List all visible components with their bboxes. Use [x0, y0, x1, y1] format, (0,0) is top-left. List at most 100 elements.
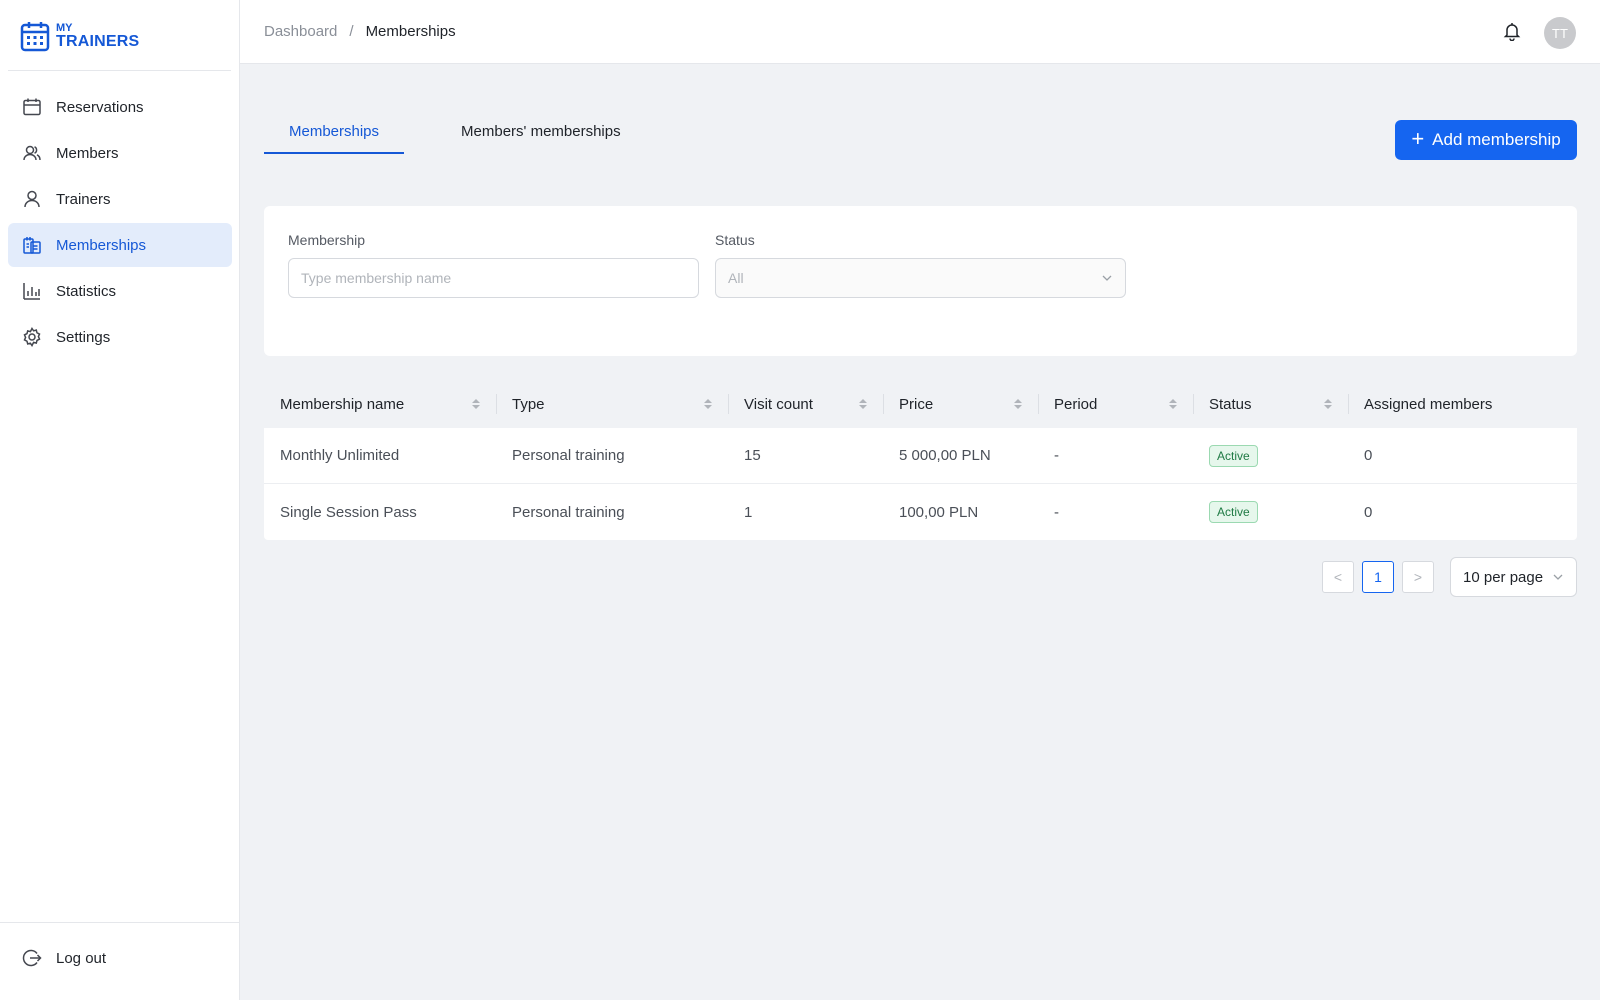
logout-button[interactable]: Log out — [8, 936, 232, 980]
tab-bar: Memberships Members' memberships — [264, 112, 646, 154]
status-select[interactable]: All — [715, 258, 1126, 298]
bell-icon[interactable] — [1502, 21, 1522, 41]
top-bar: Dashboard / Memberships TT — [240, 0, 1600, 64]
sidebar-item-members[interactable]: Members — [8, 131, 232, 175]
cell-period: - — [1054, 447, 1059, 464]
next-page-button[interactable]: > — [1402, 561, 1434, 593]
column-header-label: Membership name — [280, 395, 405, 413]
per-page-value: 10 per page — [1463, 568, 1544, 586]
status-badge: Active — [1209, 501, 1258, 523]
membership-search-input[interactable] — [301, 270, 686, 286]
add-membership-label: Add membership — [1432, 130, 1561, 149]
breadcrumb-dashboard[interactable]: Dashboard — [264, 23, 337, 40]
sidebar: MY TRAINERS Reservations Members Trainer… — [0, 0, 240, 1000]
sidebar-item-memberships[interactable]: Memberships — [8, 223, 232, 267]
cell-period: - — [1054, 503, 1059, 521]
calendar-logo-icon — [20, 22, 50, 52]
logout-icon — [22, 949, 42, 967]
pagination: < 1 > 10 per page — [1322, 557, 1577, 597]
divider — [8, 70, 231, 71]
column-header-label: Period — [1054, 395, 1098, 413]
chevron-down-icon — [1553, 574, 1563, 580]
per-page-select[interactable]: 10 per page — [1450, 557, 1577, 597]
logo-line-1: MY — [56, 21, 73, 34]
sidebar-item-label: Reservations — [56, 98, 144, 116]
table-row[interactable]: Single Session Pass Personal training 1 … — [264, 484, 1577, 540]
add-membership-button[interactable]: + Add membership — [1395, 120, 1577, 160]
cell-type: Personal training — [512, 447, 625, 464]
sort-icon — [472, 399, 480, 409]
logo-wordmark: MY TRAINERS — [56, 21, 140, 50]
sidebar-nav: Reservations Members Trainers Membership… — [8, 85, 232, 361]
sort-icon — [1169, 399, 1177, 409]
breadcrumb: Dashboard / Memberships — [264, 23, 456, 40]
membership-filter-label: Membership — [288, 232, 366, 248]
column-header-label: Price — [899, 395, 934, 413]
cell-visit-count: 1 — [744, 503, 753, 521]
column-header-membership-name[interactable]: Membership name — [264, 380, 496, 428]
cell-assigned-members: 0 — [1364, 503, 1373, 521]
divider — [0, 922, 239, 923]
cell-membership-name: Single Session Pass — [280, 503, 417, 521]
cell-membership-name: Monthly Unlimited — [280, 447, 400, 464]
filter-panel: Membership Status All — [264, 206, 1577, 356]
sidebar-item-label: Settings — [56, 328, 111, 346]
logo-line-2: TRAINERS — [56, 32, 140, 50]
cell-price: 100,00 PLN — [899, 503, 979, 521]
app-logo[interactable]: MY TRAINERS — [20, 20, 139, 52]
column-header-price[interactable]: Price — [883, 380, 1038, 428]
column-header-label: Visit count — [744, 395, 813, 413]
sort-icon — [859, 399, 867, 409]
column-header-assigned-members: Assigned members — [1348, 380, 1577, 428]
sidebar-item-label: Members — [56, 144, 119, 162]
bar-chart-icon — [23, 283, 40, 300]
column-header-label: Type — [512, 395, 545, 413]
status-filter-label: Status — [715, 232, 755, 248]
gear-icon — [23, 327, 41, 347]
column-header-type[interactable]: Type — [496, 380, 728, 428]
memberships-table: Membership name Type Visit count Price P… — [264, 380, 1577, 540]
column-header-status[interactable]: Status — [1193, 380, 1348, 428]
sidebar-item-reservations[interactable]: Reservations — [8, 85, 232, 129]
sidebar-item-label: Memberships — [56, 236, 147, 254]
tab-members-memberships[interactable]: Members' memberships — [436, 112, 646, 154]
sidebar-item-statistics[interactable]: Statistics — [8, 269, 232, 313]
sort-icon — [1324, 399, 1332, 409]
breadcrumb-separator: / — [349, 23, 354, 40]
membership-card-icon — [23, 237, 41, 254]
avatar[interactable]: TT — [1544, 17, 1576, 49]
plus-icon: + — [1411, 126, 1425, 151]
tab-memberships[interactable]: Memberships — [264, 112, 405, 154]
breadcrumb-current: Memberships — [365, 23, 456, 40]
cell-status: Active — [1193, 501, 1348, 523]
status-filter: Status All — [715, 232, 1126, 298]
chevron-down-icon — [1102, 275, 1112, 281]
page-number-button[interactable]: 1 — [1362, 561, 1394, 593]
table-header: Membership name Type Visit count Price P… — [264, 380, 1577, 428]
column-header-visit-count[interactable]: Visit count — [728, 380, 883, 428]
logout-section: Log out — [8, 936, 232, 982]
membership-search-field — [288, 258, 699, 298]
column-header-label: Assigned members — [1364, 395, 1493, 413]
calendar-icon — [23, 98, 41, 116]
column-header-label: Status — [1209, 395, 1252, 413]
user-icon — [24, 190, 40, 208]
table-row[interactable]: Monthly Unlimited Personal training 15 5… — [264, 428, 1577, 484]
cell-status: Active — [1193, 444, 1348, 467]
sort-icon — [704, 399, 712, 409]
membership-filter: Membership — [288, 232, 699, 298]
status-badge: Active — [1209, 444, 1258, 467]
prev-page-button[interactable]: < — [1322, 561, 1354, 593]
status-select-value: All — [728, 270, 744, 286]
sidebar-item-settings[interactable]: Settings — [8, 315, 232, 359]
cell-visit-count: 15 — [744, 447, 761, 464]
cell-price: 5 000,00 PLN — [899, 447, 991, 464]
sort-icon — [1014, 399, 1022, 409]
cell-type: Personal training — [512, 503, 625, 521]
sidebar-item-label: Trainers — [56, 190, 111, 208]
users-icon — [23, 145, 41, 161]
column-header-period[interactable]: Period — [1038, 380, 1193, 428]
sidebar-item-trainers[interactable]: Trainers — [8, 177, 232, 221]
cell-assigned-members: 0 — [1364, 447, 1373, 464]
sidebar-item-label: Statistics — [56, 282, 117, 300]
